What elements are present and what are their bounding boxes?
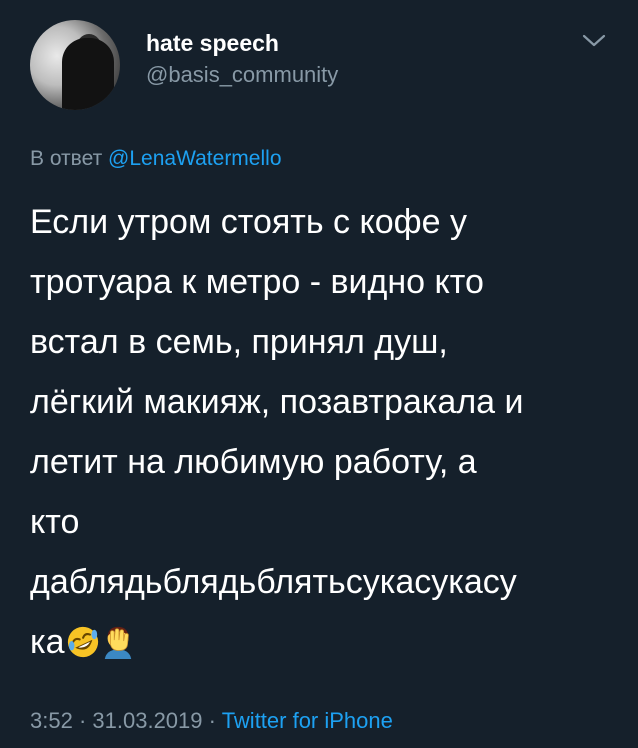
chevron-down-icon[interactable] (580, 30, 608, 50)
avatar-figure-shape (62, 38, 114, 110)
tweet-line: лёгкий макияж, позавтракала и (30, 383, 524, 421)
tweet-line: встал в семь, принял душ, (30, 323, 448, 361)
meta-separator: · (208, 708, 216, 733)
tweet-time: 3:52 (30, 708, 73, 733)
tweet-detail: hate speech @basis_community В ответ @Le… (0, 0, 638, 748)
tweet-last-line: ка (30, 612, 615, 672)
rolling-on-floor-laughing-icon (67, 626, 98, 658)
tweet-line: кто (30, 503, 80, 541)
tweet-line: даблядьблядьблятьсукасукасу (30, 563, 517, 601)
tweet-line: Если утром стоять с кофе у (30, 203, 467, 241)
tweet-header: hate speech @basis_community (30, 20, 338, 110)
tweet-line: ка (30, 623, 65, 661)
tweet-line: тротуара к метро - видно кто (30, 263, 484, 301)
face-palm-icon (104, 626, 131, 659)
tweet-source-link[interactable]: Twitter for iPhone (222, 708, 393, 733)
author-handle[interactable]: @basis_community (146, 60, 338, 90)
tweet-line: летит на любимую работу, а (30, 443, 477, 481)
reply-prefix: В ответ (30, 147, 103, 170)
reply-to-link[interactable]: @LenaWatermello (108, 147, 281, 170)
meta-separator: · (78, 708, 87, 733)
avatar[interactable] (30, 20, 120, 110)
reply-context: В ответ @LenaWatermello (30, 144, 282, 174)
author-display-name[interactable]: hate speech (146, 28, 338, 58)
tweet-meta: 3:52 · 31.03.2019 · Twitter for iPhone (30, 706, 393, 736)
author-names: hate speech @basis_community (146, 28, 338, 90)
tweet-date: 31.03.2019 (92, 708, 203, 733)
tweet-text: Если утром стоять с кофе у тротуара к ме… (30, 192, 615, 672)
